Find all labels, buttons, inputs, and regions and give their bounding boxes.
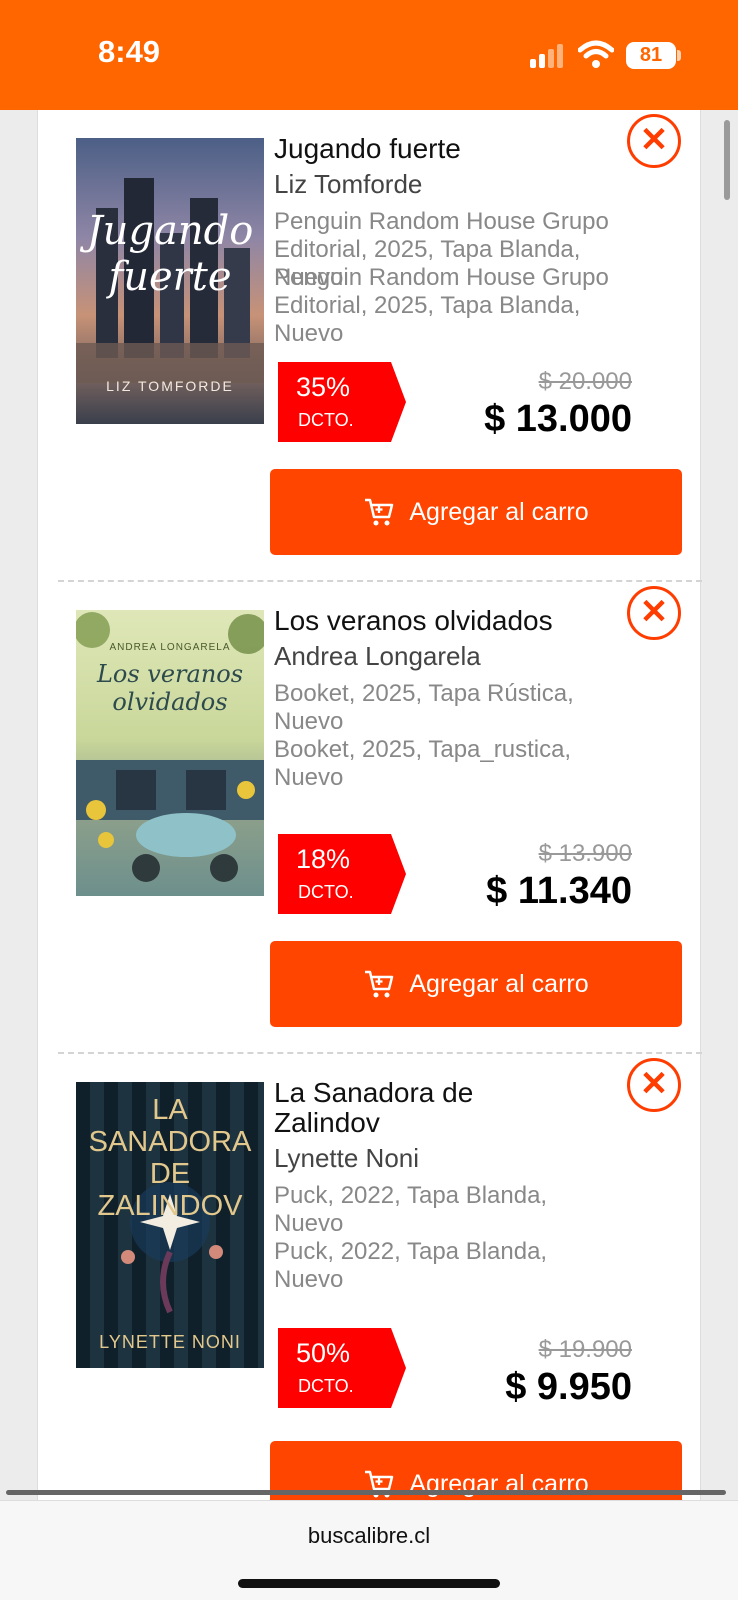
signal-icon: [530, 44, 564, 68]
price: $ 11.340: [486, 870, 632, 912]
old-price: $ 20.000: [538, 368, 632, 395]
discount-percent: 35%: [296, 372, 351, 402]
book-cover[interactable]: ANDREA LONGARELA Los veranos olvidados: [76, 610, 264, 896]
book-details-duplicate: Puck, 2022, Tapa Blanda, Nuevo: [274, 1238, 548, 1293]
add-to-cart-label: Agregar al carro: [409, 497, 589, 526]
discount-label: DCTO.: [298, 410, 354, 430]
book-title[interactable]: Jugando fuerte: [274, 134, 624, 164]
old-price: $ 13.900: [538, 840, 632, 867]
add-to-cart-label: Agregar al carro: [409, 969, 589, 998]
book-author: Andrea Longarela: [274, 641, 481, 671]
book-cover[interactable]: LA SANADORA DE ZALINDOV LYNETTE NONI: [76, 1082, 264, 1368]
price: $ 9.950: [505, 1366, 632, 1408]
cart-item: ANDREA LONGARELA Los veranos olvidados ✕…: [38, 582, 702, 1054]
book-cover[interactable]: Jugando fuerte LIZ TOMFORDE: [76, 138, 264, 424]
discount-badge: 18% DCTO.: [278, 834, 406, 914]
browser-bottom-bar: buscalibre.cl: [0, 1500, 738, 1600]
cover-author: LYNETTE NONI: [99, 1332, 241, 1352]
discount-percent: 18%: [296, 844, 351, 874]
cover-title: Jugando fuerte: [86, 208, 254, 300]
cover-title: LA SANADORA DE ZALINDOV: [88, 1094, 252, 1222]
cover-title: Los veranos olvidados: [96, 660, 244, 716]
status-time: 8:49: [98, 34, 161, 69]
book-title[interactable]: Los veranos olvidados: [274, 606, 624, 636]
discount-badge: 50% DCTO.: [278, 1328, 406, 1408]
book-author: Liz Tomforde: [274, 169, 423, 199]
cart-list: Jugando fuerte LIZ TOMFORDE ✕ Jugando fu…: [37, 110, 702, 1500]
cart-page[interactable]: Jugando fuerte LIZ TOMFORDE ✕ Jugando fu…: [0, 110, 738, 1500]
book-details: Puck, 2022, Tapa Blanda, Nuevo: [274, 1182, 548, 1237]
book-details: Booket, 2025, Tapa Rústica, Nuevo: [274, 680, 574, 735]
vertical-scrollbar[interactable]: [724, 120, 730, 200]
cart-icon: [365, 498, 394, 526]
remove-item-button[interactable]: ✕: [627, 1058, 681, 1112]
close-icon: ✕: [639, 121, 669, 159]
add-to-cart-button[interactable]: Agregar al carro: [270, 941, 682, 1027]
remove-item-button[interactable]: ✕: [627, 586, 681, 640]
price: $ 13.000: [484, 398, 632, 440]
add-to-cart-button[interactable]: Agregar al carro: [270, 469, 682, 555]
old-price: $ 19.900: [538, 1336, 632, 1363]
horizontal-scrollbar[interactable]: [6, 1490, 726, 1495]
book-details-duplicate: Booket, 2025, Tapa_rustica, Nuevo: [274, 736, 572, 791]
discount-percent: 50%: [296, 1338, 351, 1368]
book-title[interactable]: La Sanadora de Zalindov: [274, 1078, 534, 1138]
battery-icon: 81: [626, 42, 676, 69]
status-bar: 8:49 81: [0, 0, 738, 110]
cover-author: LIZ TOMFORDE: [106, 378, 234, 394]
book-details-duplicate: Penguin Random House Grupo Editorial, 20…: [274, 264, 609, 347]
battery-tip: [677, 50, 681, 61]
close-icon: ✕: [639, 593, 669, 631]
cover-author: ANDREA LONGARELA: [109, 642, 231, 653]
wifi-icon: [578, 40, 614, 68]
cart-icon: [365, 970, 394, 998]
discount-badge: 35% DCTO.: [278, 362, 406, 442]
remove-item-button[interactable]: ✕: [627, 114, 681, 168]
home-indicator[interactable]: [238, 1579, 500, 1588]
discount-label: DCTO.: [298, 1376, 354, 1396]
address-bar[interactable]: buscalibre.cl: [0, 1523, 738, 1549]
close-icon: ✕: [639, 1065, 669, 1103]
cart-item: LA SANADORA DE ZALINDOV LYNETTE NONI ✕ L…: [38, 1054, 702, 1500]
discount-label: DCTO.: [298, 882, 354, 902]
book-author: Lynette Noni: [274, 1143, 420, 1173]
cart-item: Jugando fuerte LIZ TOMFORDE ✕ Jugando fu…: [38, 110, 702, 582]
